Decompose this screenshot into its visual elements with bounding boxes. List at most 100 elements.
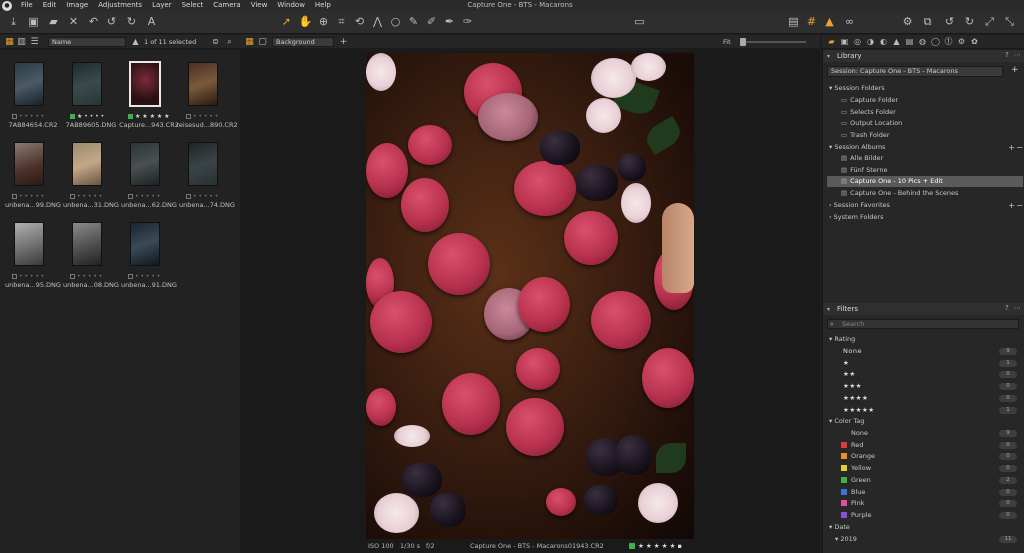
thumbnail-color-tag[interactable] (70, 114, 75, 119)
library-more-icon[interactable]: ⋯ (1014, 51, 1021, 59)
thumbnail-color-tag[interactable] (128, 194, 133, 199)
thumbnail[interactable]: • • • • • reisesud...890.CR2 (176, 56, 238, 129)
session-albums-header[interactable]: ▾ Session Albums + − (823, 142, 1024, 153)
session-folders-header[interactable]: ▾ Session Folders (823, 83, 1024, 94)
color-tag-filter-row[interactable]: Red 0 (823, 440, 1024, 451)
filters-search-field[interactable]: ⌕ Search (827, 319, 1019, 329)
albums-add-icon[interactable]: + (1008, 142, 1015, 153)
import-icon[interactable]: ⤓ (6, 14, 21, 29)
color-tag-filter-row[interactable]: Pink 0 (823, 498, 1024, 509)
thumbnail-color-tag[interactable] (70, 194, 75, 199)
filters-more-icon[interactable]: ⋯ (1014, 304, 1021, 312)
grid-icon[interactable]: # (804, 14, 819, 29)
sort-order-icon[interactable]: ▲ (128, 35, 143, 50)
thumbnail[interactable]: • • • • • unbena...99.DNG (5, 136, 61, 209)
color-tag-filter-row[interactable]: Purple 0 (823, 510, 1024, 521)
reset-icon[interactable]: ↺ (942, 14, 957, 29)
album-item[interactable]: ▤ Capture One - Behind the Scenes (823, 188, 1024, 199)
menu-window[interactable]: Window (272, 0, 310, 11)
folder-item[interactable]: ▭ Selects Folder (823, 107, 1024, 118)
thumbnail-rating[interactable]: • • • • • (186, 193, 232, 200)
color-tag-filter-row[interactable]: Green 2 (823, 475, 1024, 486)
thumbnail-color-tag[interactable] (128, 274, 133, 279)
expand-icon[interactable]: ⤢ (982, 14, 997, 29)
session-add-icon[interactable]: + (1011, 65, 1019, 75)
undo-all-icon[interactable]: ↶ (86, 14, 101, 29)
thumbnail-rating[interactable]: • • • • • (12, 193, 58, 200)
folder-item[interactable]: ▭ Trash Folder (823, 130, 1024, 141)
color-tag-filter-row[interactable]: None 9 (823, 428, 1024, 439)
rating-filter-row[interactable]: ★★ 0 (823, 369, 1024, 380)
favorites-add-icon[interactable]: + (1008, 200, 1015, 211)
rotate-tool-icon[interactable]: ⟲ (352, 14, 367, 29)
color-tag-filter-row[interactable]: Blue 0 (823, 487, 1024, 498)
thumbnail-rating[interactable]: • • • • • (70, 273, 116, 280)
pan-tool-icon[interactable]: ✋ (298, 14, 313, 29)
menu-layer[interactable]: Layer (147, 0, 177, 11)
redo-icon[interactable]: ↻ (124, 14, 139, 29)
filter-icon[interactable]: ⊜ (208, 35, 223, 50)
menu-help[interactable]: Help (310, 0, 336, 11)
color-tag-filter-row[interactable]: Orange 0 (823, 451, 1024, 462)
menu-adjustments[interactable]: Adjustments (93, 0, 147, 11)
rating-header[interactable]: ▾ Rating (823, 334, 1024, 345)
thumbnail-rating[interactable]: • • • • • (128, 273, 174, 280)
layer-select[interactable]: Background (272, 37, 334, 47)
filters-help-icon[interactable]: ? (1005, 304, 1009, 312)
zoom-slider-handle[interactable] (740, 38, 746, 46)
undo-icon[interactable]: ↺ (104, 14, 119, 29)
rating-filter-row[interactable]: None 9 (823, 346, 1024, 357)
search-icon[interactable]: ⌕ (222, 35, 237, 50)
library-collapse-icon[interactable]: ▾ (827, 53, 830, 60)
rating-filter-row[interactable]: ★★★★ 0 (823, 393, 1024, 404)
collapse-icon[interactable]: ⤡ (1002, 14, 1017, 29)
refresh-icon[interactable]: ↻ (962, 14, 977, 29)
zoom-tool-icon[interactable]: ⊕ (316, 14, 331, 29)
proof-glasses-icon[interactable]: ∞ (842, 14, 857, 29)
favorites-remove-icon[interactable]: − (1016, 200, 1023, 211)
exposure-warning-icon[interactable]: ▲ (822, 14, 837, 29)
filters-panel-title[interactable]: Filters (823, 303, 1024, 315)
folder-item[interactable]: ▭ Capture Folder (823, 95, 1024, 106)
rating-filter-row[interactable]: ★ 1 (823, 358, 1024, 369)
filters-collapse-icon[interactable]: ▾ (827, 306, 830, 313)
date-year-row[interactable]: ▾ 2019 11 (823, 534, 1024, 545)
thumbnail-rating[interactable]: ★ ★ ★ ★ ★ (128, 113, 174, 120)
thumbnail-rating[interactable]: • • • • • (186, 113, 232, 120)
zoom-slider[interactable] (742, 41, 806, 43)
thumbnail-color-tag[interactable] (186, 114, 191, 119)
thumbnail[interactable]: • • • • • 7AB84654.CR2 (6, 56, 58, 129)
session-favorites-header[interactable]: › Session Favorites + − (823, 200, 1024, 211)
single-view-icon[interactable]: ▢ (255, 35, 270, 50)
thumbnail[interactable]: • • • • • unbena...31.DNG (63, 136, 119, 209)
thumbnail-color-tag[interactable] (12, 114, 17, 119)
overlay-icon[interactable]: ▤ (786, 14, 801, 29)
thumbnail[interactable]: • • • • • unbena...74.DNG (179, 136, 235, 209)
main-photo[interactable] (366, 53, 694, 539)
album-item[interactable]: ▤ Fünf Sterne (823, 165, 1024, 176)
delete-icon[interactable]: ✕ (66, 14, 81, 29)
copy-adjust-icon[interactable]: ⧉ (920, 14, 935, 29)
folder-item[interactable]: ▭ Output Location (823, 118, 1024, 129)
albums-remove-icon[interactable]: − (1016, 142, 1023, 153)
keystone-tool-icon[interactable]: ⋀ (370, 14, 385, 29)
library-help-icon[interactable]: ? (1005, 51, 1009, 59)
session-select[interactable]: Session: Capture One - BTS - Macarons (827, 66, 1003, 77)
custom-tab-icon[interactable]: ✿ (967, 35, 982, 50)
library-panel-title[interactable]: Library (823, 50, 1024, 62)
menu-view[interactable]: View (246, 0, 273, 11)
thumbnail[interactable]: ★ ★ ★ ★ ★ Capture...943.CR2 (119, 56, 179, 129)
crop-tool-icon[interactable]: ⌗ (334, 14, 349, 29)
thumbnail[interactable]: • • • • • unbena...95.DNG (5, 216, 61, 289)
spot-tool-icon[interactable]: ○ (388, 14, 403, 29)
album-item[interactable]: ▤ Capture One - 10 Pics + Edit (827, 176, 1023, 187)
date-header[interactable]: ▾ Date (823, 522, 1024, 533)
folder-icon[interactable]: ▰ (46, 14, 61, 29)
system-folders-header[interactable]: › System Folders (823, 212, 1024, 223)
settings-icon[interactable]: ⚙ (900, 14, 915, 29)
cursor-tool-icon[interactable]: ➚ (279, 14, 294, 29)
thumbnail-color-tag[interactable] (70, 274, 75, 279)
album-item[interactable]: ▤ Alle Bilder (823, 153, 1024, 164)
thumbnail-color-tag[interactable] (12, 274, 17, 279)
menu-file[interactable]: File (16, 0, 38, 11)
